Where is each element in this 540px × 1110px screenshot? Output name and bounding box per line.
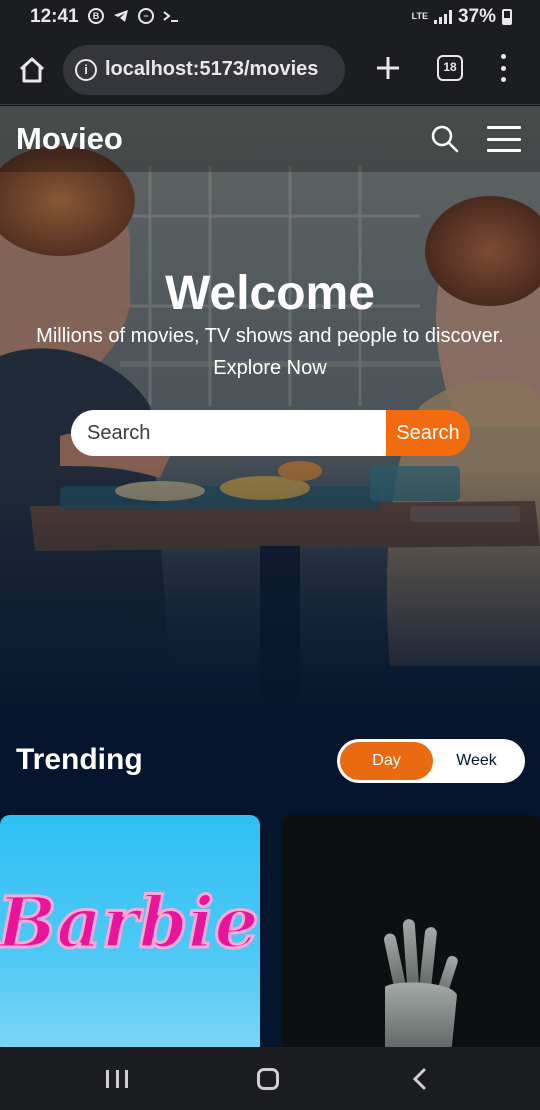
movie-card-barbie[interactable]: Barbie (0, 815, 260, 1047)
recents-icon[interactable] (106, 1070, 128, 1088)
search-icon[interactable] (430, 124, 460, 154)
search-button[interactable]: Search (386, 410, 470, 456)
browser-toolbar: i localhost:5173/movies 18 (0, 34, 540, 105)
trending-heading: Trending (16, 743, 143, 776)
hero-gradient (0, 466, 540, 726)
explore-now-text: Explore Now (213, 357, 327, 379)
search-input[interactable] (71, 410, 401, 456)
trending-timeframe-switch: Day Week (337, 739, 525, 783)
back-icon[interactable] (410, 1068, 430, 1090)
status-bar: 12:41 B − LTE 37% (0, 0, 540, 34)
status-time: 12:41 (30, 6, 79, 27)
page-viewport: Welcome Millions of movies, TV shows and… (0, 106, 540, 1047)
android-navigation-bar (0, 1047, 540, 1110)
info-icon[interactable]: i (75, 59, 97, 81)
battery-percent: 37% (457, 6, 496, 27)
site-header: Movieo (0, 106, 540, 172)
notification-icons: B − (88, 7, 180, 25)
home-nav-icon[interactable] (257, 1068, 279, 1090)
hero-subtitle: Millions of movies, TV shows and people … (36, 325, 504, 347)
hero-title: Welcome (165, 267, 375, 320)
hand-poster (384, 919, 458, 1047)
b-notification-icon: B (88, 8, 104, 24)
do-not-disturb-icon: − (138, 8, 154, 24)
url-text[interactable]: localhost:5173/movies (105, 58, 318, 81)
home-icon[interactable] (14, 52, 50, 88)
new-tab-icon[interactable] (372, 52, 404, 84)
address-bar[interactable]: i localhost:5173/movies (63, 45, 345, 95)
hamburger-menu-icon[interactable] (487, 126, 521, 152)
logo[interactable]: Movieo (16, 121, 123, 157)
tab-day[interactable]: Day (340, 742, 433, 780)
terminal-icon (162, 7, 180, 25)
hero-search-form: Search (71, 410, 470, 456)
tab-week[interactable]: Week (430, 742, 523, 780)
more-options-icon[interactable] (496, 54, 510, 82)
barbie-logo-text: Barbie (0, 881, 259, 964)
barbie-poster: Barbie (0, 880, 260, 966)
hero-banner: Welcome Millions of movies, TV shows and… (0, 106, 540, 726)
tab-switcher-button[interactable]: 18 (437, 55, 463, 81)
movie-card-dark[interactable] (281, 815, 540, 1047)
signal-icon (433, 10, 452, 24)
lte-indicator: LTE (411, 10, 428, 21)
battery-icon (502, 9, 512, 25)
telegram-icon (112, 7, 130, 25)
status-right: LTE 37% (412, 6, 512, 28)
